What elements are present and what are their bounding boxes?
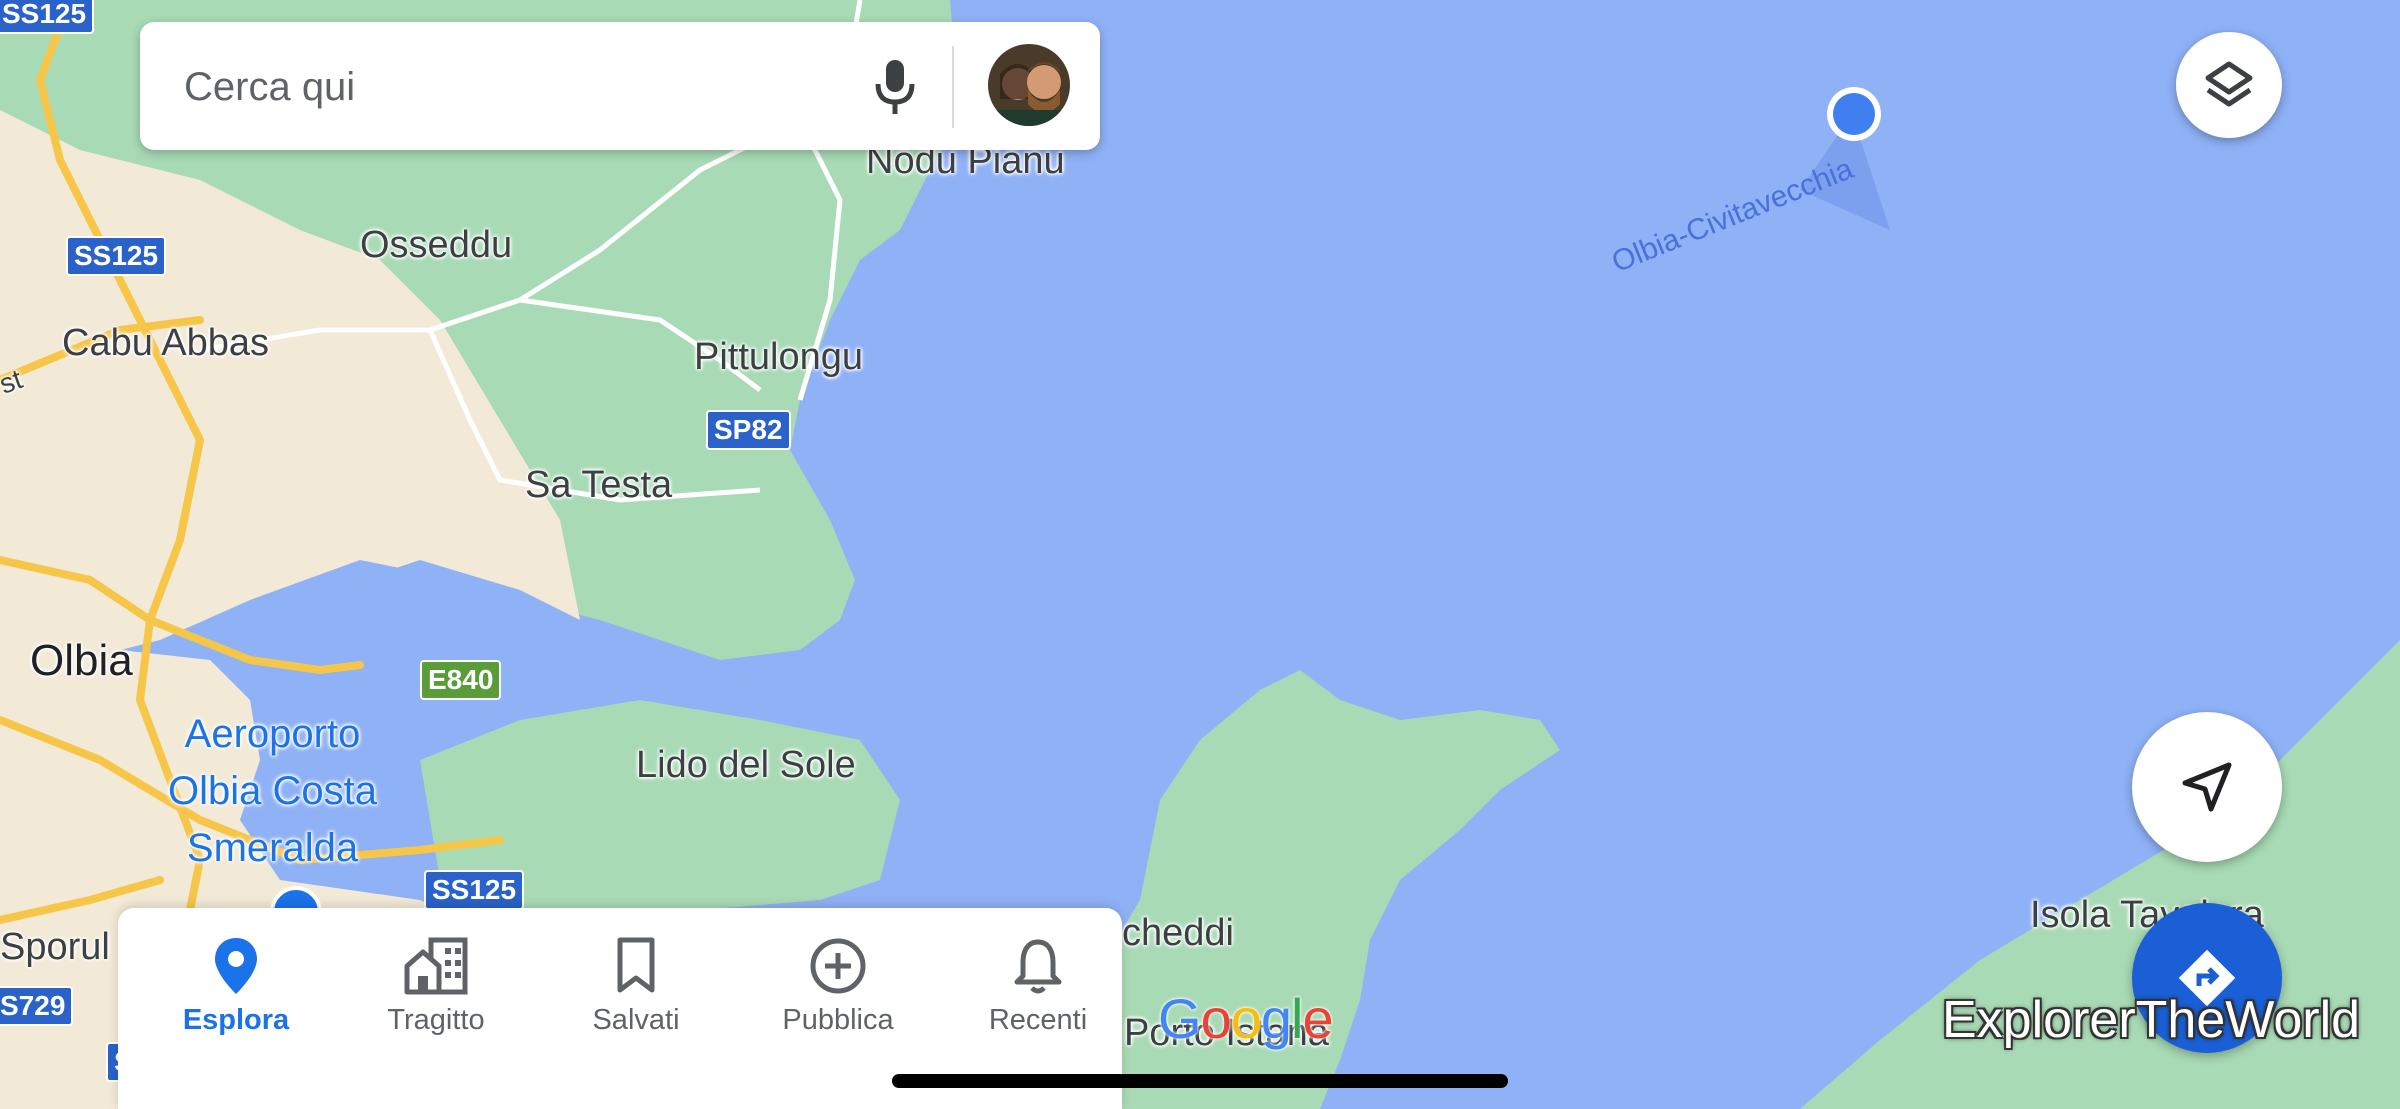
location-pin-icon (215, 938, 257, 994)
nav-label-updates: Recenti (988, 1004, 1088, 1036)
commute-icon (404, 937, 468, 995)
nav-item-explore[interactable]: Esplora (136, 928, 336, 1048)
layers-button[interactable] (2176, 32, 2282, 138)
airport-label-line-2: Olbia Costa (168, 769, 377, 813)
nav-item-updates[interactable]: Recenti (938, 928, 1138, 1048)
place-label-cheddi[interactable]: cheddi (1122, 912, 1234, 955)
layers-icon (2205, 61, 2253, 107)
airport-label-line-3: Smeralda (186, 826, 359, 870)
search-divider (952, 46, 954, 128)
search-bar[interactable] (140, 22, 1100, 150)
nav-label-saved: Salvati (592, 1004, 680, 1036)
place-label-pittulongu[interactable]: Pittulongu (694, 336, 863, 379)
place-label-sporul[interactable]: Sporul (0, 926, 110, 969)
nav-item-contribute[interactable]: Pubblica (738, 928, 938, 1048)
place-label-cabu-abbas[interactable]: Cabu Abbas (62, 322, 269, 365)
avatar[interactable] (988, 44, 1070, 126)
google-logo: Google (1158, 987, 1334, 1050)
airport-label-line-1: Aeroporto (184, 712, 361, 756)
place-label-sa-testa[interactable]: Sa Testa (525, 464, 672, 507)
airport-label[interactable]: Aeroporto Olbia Costa Smeralda (168, 706, 377, 877)
place-label-lido-del-sole[interactable]: Lido del Sole (636, 744, 856, 787)
my-location-button[interactable] (2132, 712, 2282, 862)
nav-label-commute: Tragitto (387, 1004, 485, 1036)
navigation-arrow-icon (2182, 762, 2232, 812)
road-shield-ss125: SS125 (66, 236, 167, 276)
bell-icon (1014, 939, 1062, 994)
road-shield-s729: S729 (0, 986, 74, 1026)
bookmark-icon (617, 937, 655, 993)
current-location-dot-core (1833, 93, 1875, 135)
add-circle-icon (810, 938, 866, 994)
nav-item-saved[interactable]: Salvati (536, 928, 736, 1048)
road-shield-ss125: SS125 (0, 0, 95, 34)
nav-item-commute[interactable]: Tragitto (336, 928, 536, 1048)
mic-icon[interactable] (860, 52, 930, 122)
nav-label-contribute: Pubblica (782, 1004, 894, 1036)
road-shield-sp82: SP82 (706, 410, 791, 450)
watermark: ExplorerTheWorld (1942, 991, 2361, 1049)
home-indicator[interactable] (892, 1074, 1508, 1088)
road-shield-e840: E840 (420, 660, 502, 700)
place-label-olbia[interactable]: Olbia (30, 636, 133, 686)
road-shield-ss125: SS125 (424, 870, 525, 910)
place-label-osseddu[interactable]: Osseddu (360, 224, 512, 267)
nav-label-explore: Esplora (182, 1004, 290, 1036)
search-input[interactable] (182, 50, 866, 124)
